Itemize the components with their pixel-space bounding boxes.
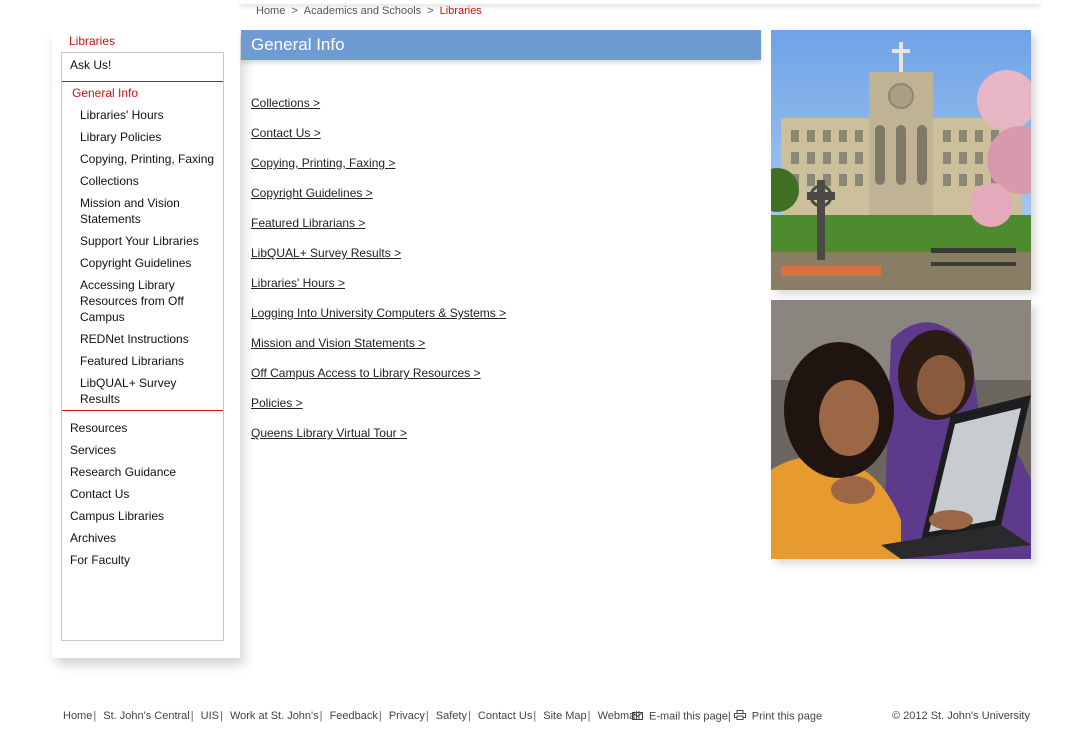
link-copying[interactable]: Copying, Printing, Faxing > [251, 156, 395, 170]
footer-separator: | [319, 710, 323, 722]
sidebar-item-contact-us[interactable]: Contact Us [70, 486, 129, 502]
sidebar-subitem-mission[interactable]: Mission and Vision Statements [80, 195, 222, 227]
sidebar-nav: Ask Us! General Info Libraries' Hours Li… [61, 52, 224, 641]
list-item: Collections > [251, 94, 506, 124]
campus-building-photo [771, 30, 1031, 290]
footer-link-sitemap[interactable]: Site Map [543, 710, 586, 722]
link-mission[interactable]: Mission and Vision Statements > [251, 336, 425, 350]
list-item: Featured Librarians > [251, 214, 506, 244]
link-policies[interactable]: Policies > [251, 396, 303, 410]
footer-link-feedback[interactable]: Feedback [330, 710, 378, 722]
footer-link-uis[interactable]: UIS [201, 710, 219, 722]
sidebar-item-ask-us[interactable]: Ask Us! [70, 57, 111, 73]
footer-link-home[interactable]: Home [63, 710, 92, 722]
link-virtual-tour[interactable]: Queens Library Virtual Tour > [251, 426, 407, 440]
list-item: Copyright Guidelines > [251, 184, 506, 214]
sidebar-subitem-copying[interactable]: Copying, Printing, Faxing [80, 151, 222, 167]
sidebar-subitem-policies[interactable]: Library Policies [80, 129, 222, 145]
breadcrumb: Home > Academics and Schools > Libraries [256, 5, 482, 17]
sidebar-heading[interactable]: Libraries [69, 34, 115, 48]
print-page-link[interactable]: Print this page [752, 710, 822, 722]
email-page-link[interactable]: E-mail this page [649, 710, 728, 722]
breadcrumb-home[interactable]: Home [256, 5, 285, 17]
link-collections[interactable]: Collections > [251, 96, 320, 110]
sidebar-item-general-info[interactable]: General Info [72, 85, 138, 101]
footer-separator: | [587, 710, 591, 722]
link-libqual[interactable]: LibQUAL+ Survey Results > [251, 246, 401, 260]
link-featured-librarians[interactable]: Featured Librarians > [251, 216, 365, 230]
link-contact-us[interactable]: Contact Us > [251, 126, 321, 140]
list-item: Policies > [251, 394, 506, 424]
footer-separator: | [93, 710, 97, 722]
sidebar-subitem-support[interactable]: Support Your Libraries [80, 233, 222, 249]
link-copyright[interactable]: Copyright Guidelines > [251, 186, 373, 200]
sidebar-subitem-off-campus[interactable]: Accessing Library Resources from Off Cam… [80, 277, 200, 325]
footer-separator: | [220, 710, 223, 722]
envelope-icon [632, 711, 643, 723]
list-item: Mission and Vision Statements > [251, 334, 506, 364]
footer-separator: | [190, 710, 194, 722]
sidebar-subitem-libqual[interactable]: LibQUAL+ Survey Results [80, 375, 190, 407]
sidebar-item-resources[interactable]: Resources [70, 420, 127, 436]
sidebar-subitem-rednet[interactable]: REDNet Instructions [80, 331, 222, 347]
page-title: General Info [251, 35, 345, 54]
sidebar-item-archives[interactable]: Archives [70, 530, 116, 546]
sidebar-item-research-guidance[interactable]: Research Guidance [70, 464, 176, 480]
footer-links: Home| St. John's Central| UIS| Work at S… [63, 710, 640, 722]
general-info-links: Collections > Contact Us > Copying, Prin… [251, 94, 506, 454]
top-divider [240, 0, 1040, 4]
sidebar-item-services[interactable]: Services [70, 442, 116, 458]
footer-separator: | [378, 710, 382, 722]
footer-separator: | [425, 710, 429, 722]
sidebar-subitem-featured[interactable]: Featured Librarians [80, 353, 222, 369]
sidebar-item-campus-libraries[interactable]: Campus Libraries [70, 508, 164, 524]
breadcrumb-separator: > [427, 5, 434, 17]
list-item: Contact Us > [251, 124, 506, 154]
footer-separator: | [467, 710, 471, 722]
link-hours[interactable]: Libraries' Hours > [251, 276, 345, 290]
sidebar-subitem-copyright[interactable]: Copyright Guidelines [80, 255, 222, 271]
copyright: © 2012 St. John's University [892, 710, 1030, 722]
students-photo [771, 300, 1031, 559]
footer-link-work[interactable]: Work at St. John's [230, 710, 319, 722]
list-item: Copying, Printing, Faxing > [251, 154, 506, 184]
list-item: Off Campus Access to Library Resources > [251, 364, 506, 394]
footer-tools: E-mail this page| Print this page [632, 710, 822, 723]
sidebar-item-for-faculty[interactable]: For Faculty [70, 552, 130, 568]
list-item: LibQUAL+ Survey Results > [251, 244, 506, 274]
list-item: Queens Library Virtual Tour > [251, 424, 506, 454]
list-item: Logging Into University Computers & Syst… [251, 304, 506, 334]
footer-link-contact[interactable]: Contact Us [478, 710, 532, 722]
page-title-bar: General Info [241, 30, 761, 60]
sidebar-subitem-hours[interactable]: Libraries' Hours [80, 107, 222, 123]
footer-separator: | [533, 710, 537, 722]
printer-icon [733, 710, 746, 723]
breadcrumb-current: Libraries [439, 5, 482, 17]
link-logging-in[interactable]: Logging Into University Computers & Syst… [251, 306, 506, 320]
footer-link-privacy[interactable]: Privacy [389, 710, 425, 722]
link-off-campus[interactable]: Off Campus Access to Library Resources > [251, 366, 481, 380]
sidebar-divider [62, 410, 223, 411]
footer-separator: | [727, 710, 731, 723]
sidebar-divider [62, 81, 223, 82]
breadcrumb-academics[interactable]: Academics and Schools [304, 5, 421, 17]
footer-link-safety[interactable]: Safety [436, 710, 467, 722]
sidebar-subitem-collections[interactable]: Collections [80, 173, 222, 189]
breadcrumb-separator: > [291, 5, 298, 17]
list-item: Libraries' Hours > [251, 274, 506, 304]
footer-link-central[interactable]: St. John's Central [103, 710, 189, 722]
